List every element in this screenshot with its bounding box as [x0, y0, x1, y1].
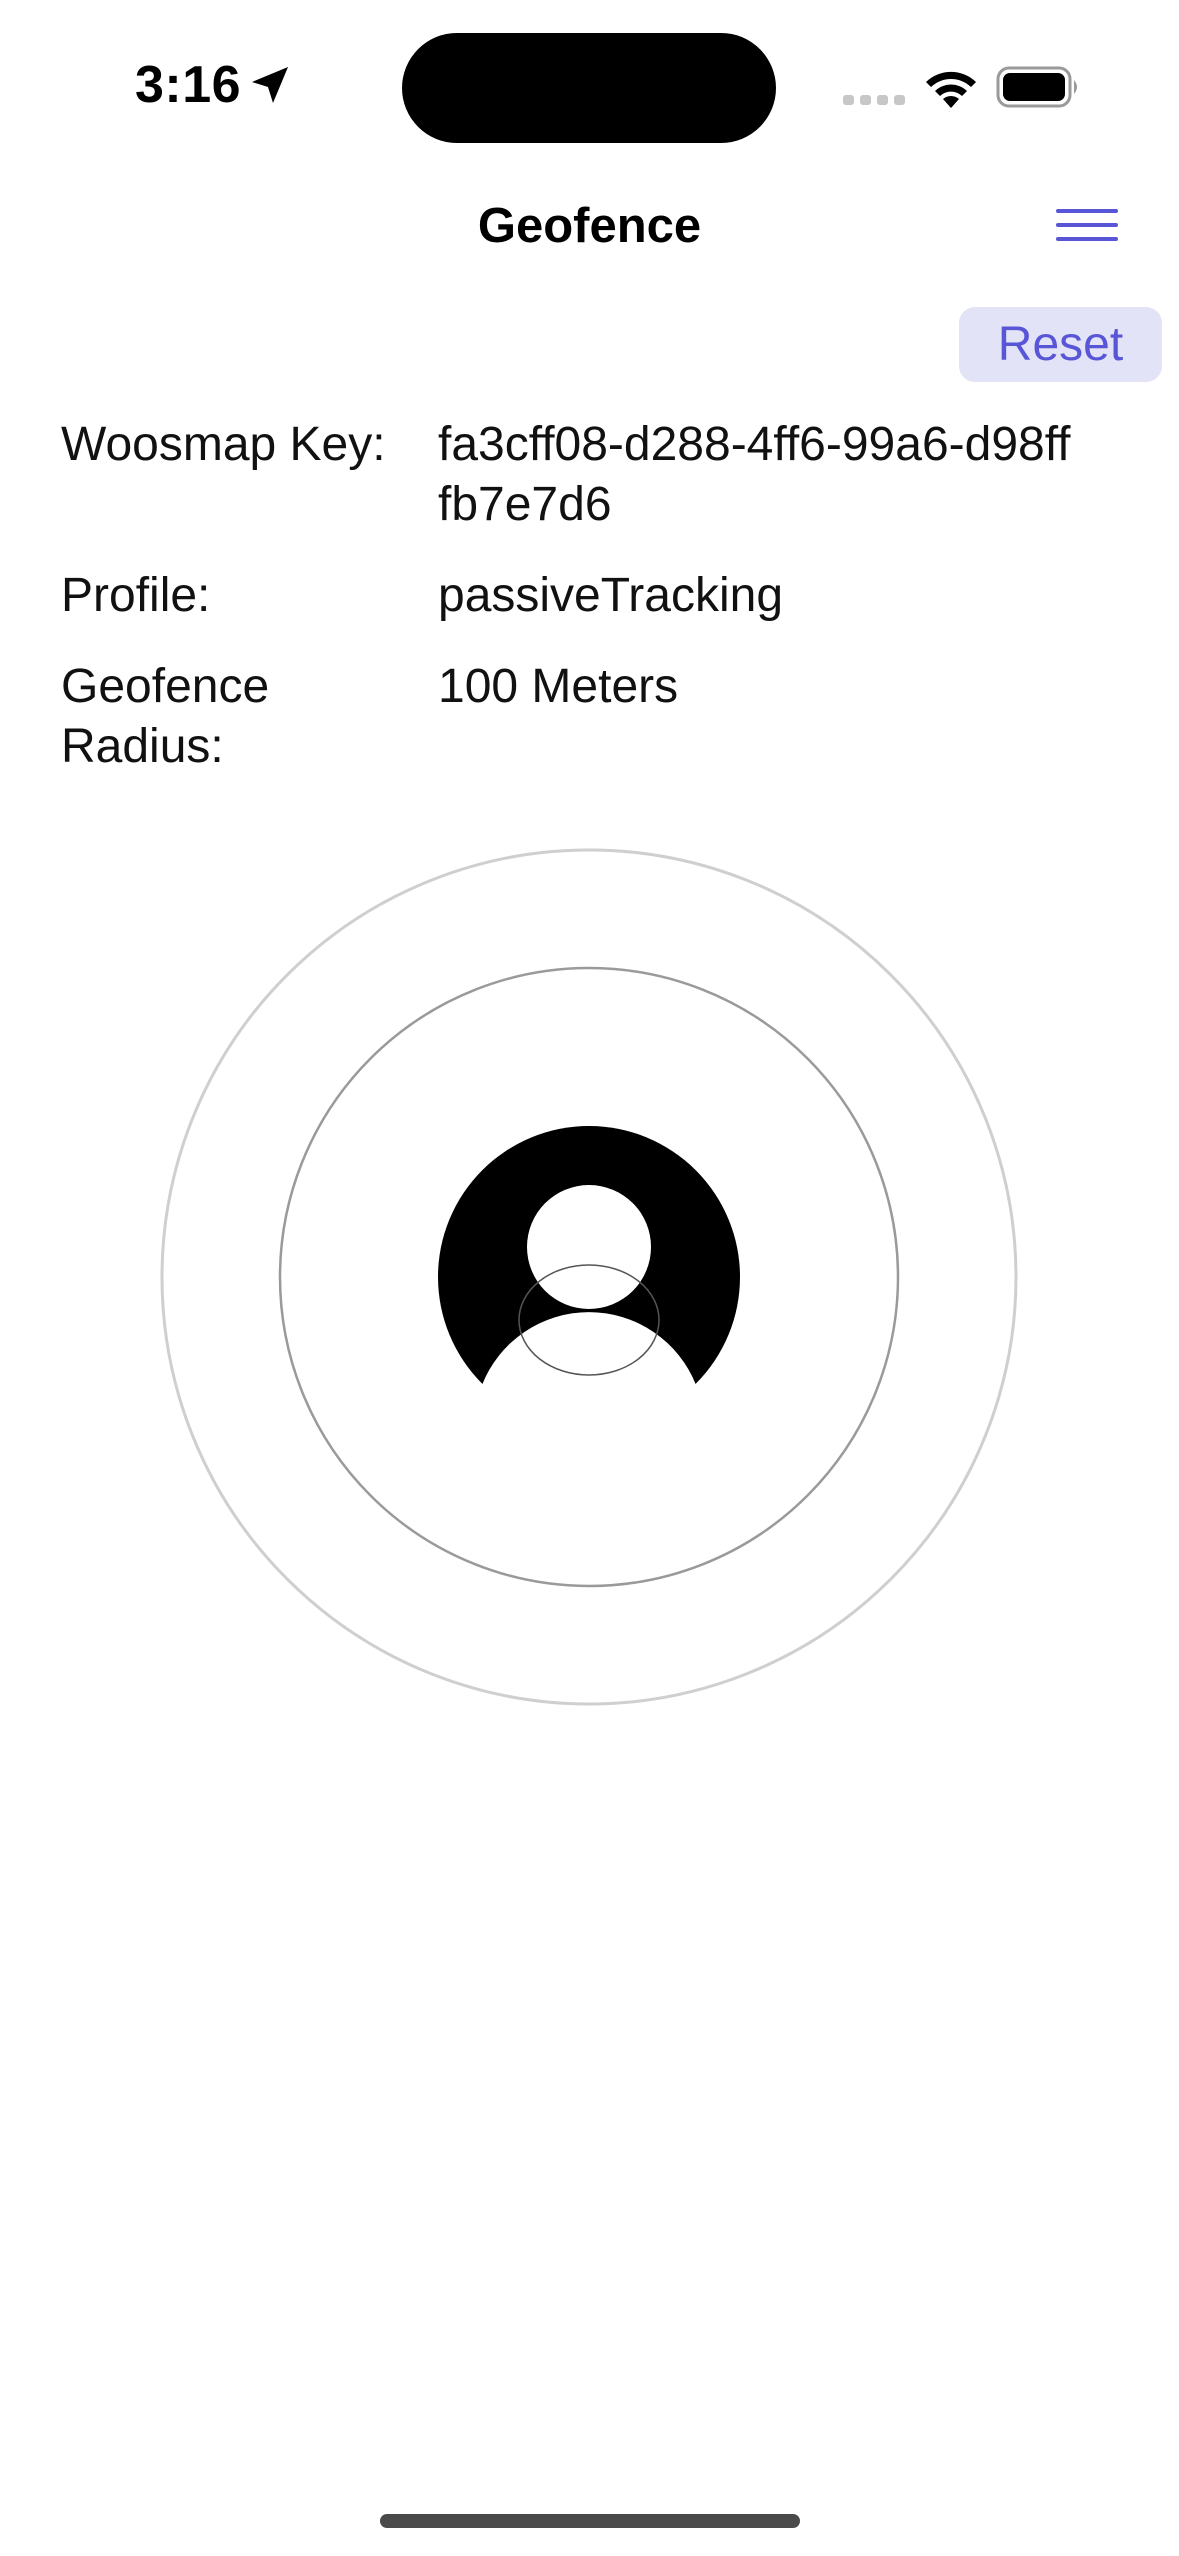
profile-value: passiveTracking: [438, 569, 784, 622]
cellular-signal-icon: [843, 95, 905, 105]
page-title: Geofence: [477, 199, 702, 253]
profile-label: Profile:: [61, 569, 211, 622]
woosmap-key-value: fa3cff08-d288-4ff6-99a6-d98fffb7e7d6: [438, 418, 1071, 531]
geofence-rings: [160, 848, 1018, 1706]
geofence-radius-label: Geofence Radius:: [61, 660, 270, 773]
user-avatar-icon: [438, 1126, 740, 1445]
status-time: 3:16: [135, 56, 242, 114]
reset-button[interactable]: Reset: [959, 307, 1162, 382]
wifi-icon: [926, 71, 976, 108]
home-indicator: [380, 2514, 800, 2528]
hamburger-menu-icon[interactable]: [1050, 205, 1122, 245]
geofence-radius-value: 100 Meters: [438, 660, 679, 713]
location-arrow-icon: [252, 67, 288, 103]
woosmap-key-label: Woosmap Key:: [61, 418, 386, 471]
dynamic-island: [402, 33, 776, 143]
battery-full-icon: [996, 66, 1077, 108]
